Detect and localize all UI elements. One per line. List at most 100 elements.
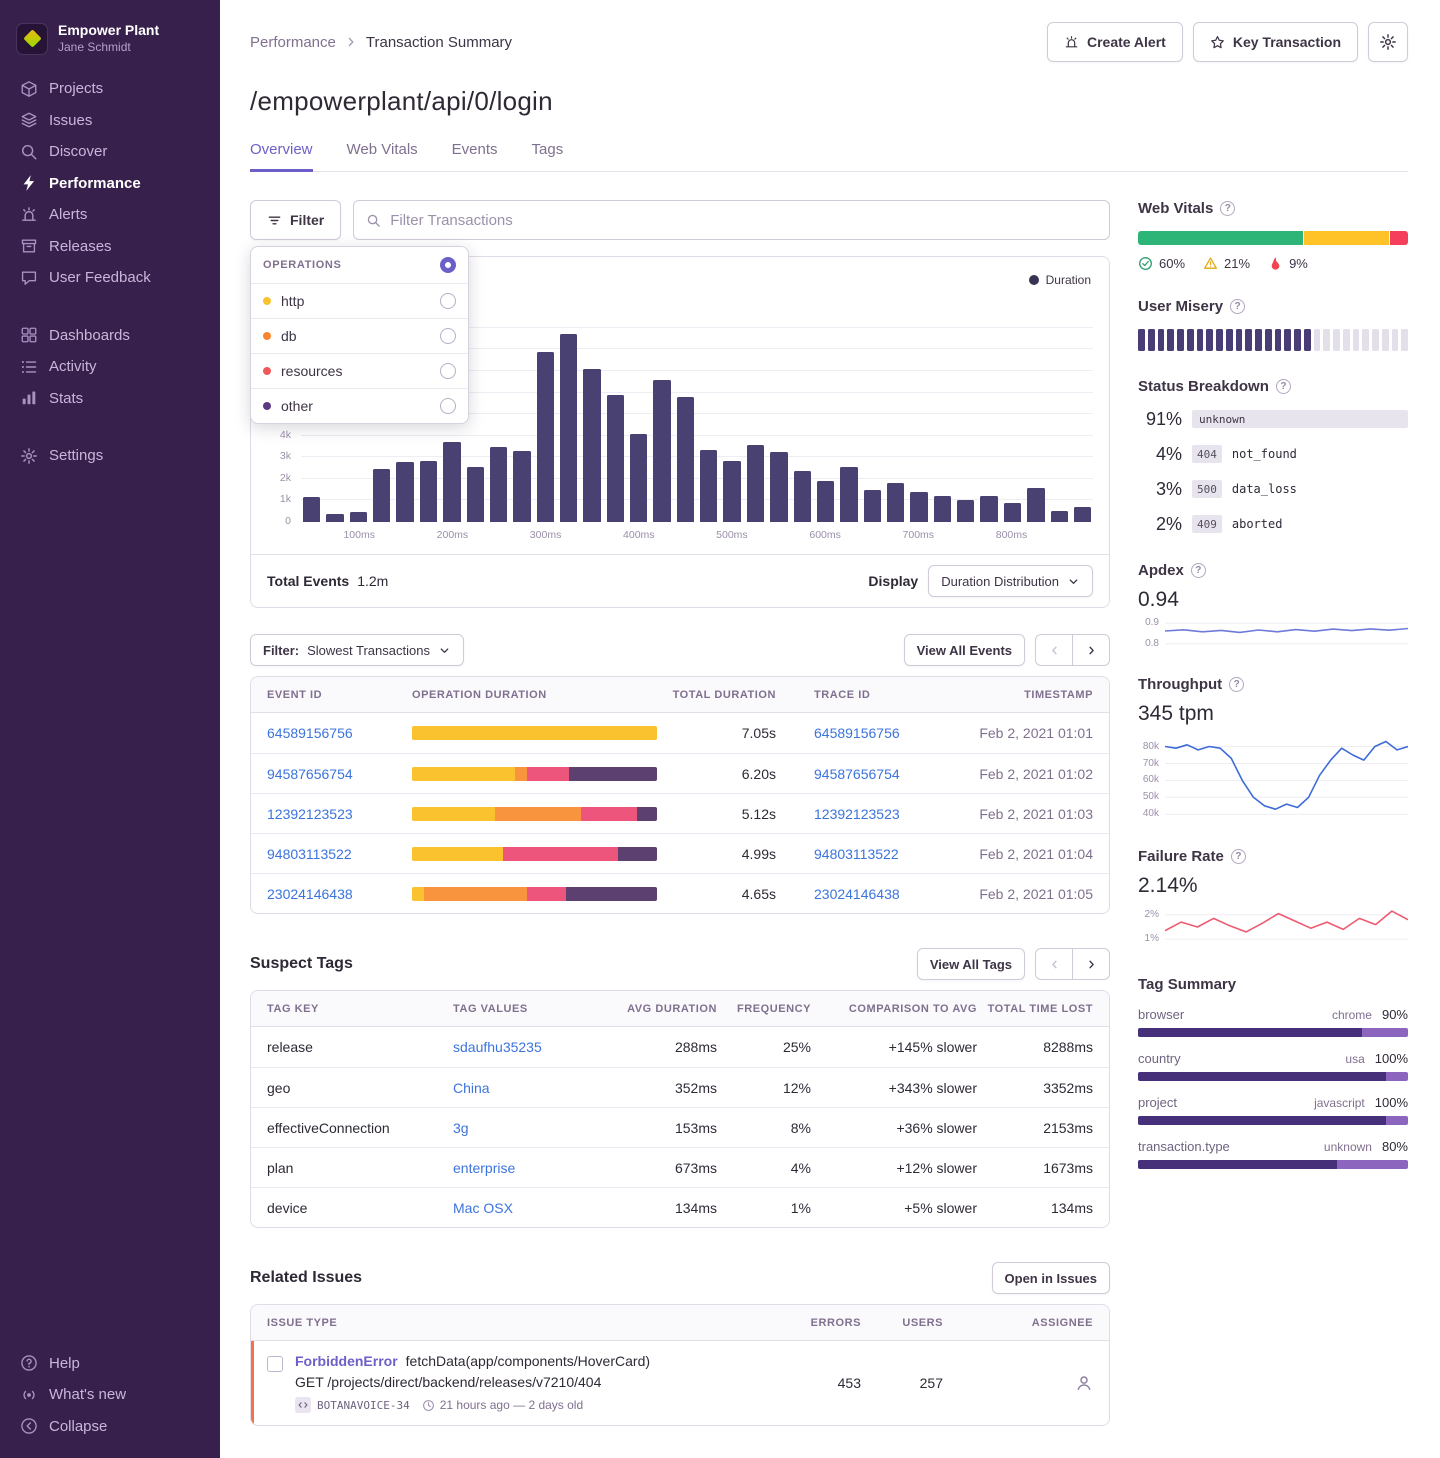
tag-value-link[interactable]: China — [453, 1080, 490, 1096]
trace-id-link[interactable]: 94587656754 — [814, 766, 900, 782]
sidebar-item-label: Stats — [49, 389, 83, 409]
histogram-bar — [677, 397, 694, 522]
sidebar-item-whatsnew[interactable]: What's new — [0, 1379, 220, 1411]
event-id-link[interactable]: 12392123523 — [267, 806, 412, 822]
issue-checkbox[interactable] — [267, 1356, 283, 1372]
question-info-icon[interactable] — [1276, 379, 1291, 394]
sidebar-item-collapse[interactable]: Collapse — [0, 1411, 220, 1443]
operations-dropdown-header[interactable]: OPERATIONS — [251, 247, 468, 283]
sidebar-item-projects[interactable]: Projects — [0, 73, 220, 105]
col-tag-values: TAG VALUES — [453, 1003, 621, 1015]
status-code: 500 — [1192, 480, 1222, 498]
status-percentage: 91% — [1138, 409, 1182, 430]
question-info-icon[interactable] — [1229, 677, 1244, 692]
question-info-icon[interactable] — [1220, 201, 1235, 216]
avg-duration: 288ms — [621, 1039, 717, 1055]
event-row: 23024146438 4.65s 23024146438 Feb 2, 202… — [251, 873, 1109, 913]
chevron-right-icon — [1085, 644, 1098, 657]
tag-value-link[interactable]: sdaufhu35235 — [453, 1039, 542, 1055]
dashboards-icon — [20, 326, 38, 344]
settings-gear-button[interactable] — [1368, 22, 1408, 62]
feedback-icon — [20, 269, 38, 287]
question-info-icon[interactable] — [1230, 299, 1245, 314]
trace-id-link[interactable]: 23024146438 — [814, 886, 900, 902]
question-info-icon[interactable] — [1191, 563, 1206, 578]
operation-option-resources[interactable]: resources — [251, 353, 468, 388]
events-table: EVENT ID OPERATION DURATION TOTAL DURATI… — [250, 676, 1110, 914]
sidebar-item-performance[interactable]: Performance — [0, 168, 220, 200]
tab-overview[interactable]: Overview — [250, 141, 313, 172]
sidebar-item-feedback[interactable]: User Feedback — [0, 262, 220, 294]
sidebar-item-settings[interactable]: Settings — [0, 440, 220, 472]
key-transaction-button[interactable]: Key Transaction — [1193, 22, 1358, 62]
tag-key: plan — [267, 1160, 453, 1176]
tag-summary-value: chrome — [1332, 1008, 1372, 1022]
next-page-button[interactable] — [1072, 948, 1110, 980]
tab-web-vitals[interactable]: Web Vitals — [347, 141, 418, 172]
org-switcher[interactable]: Empower Plant Jane Schmidt — [0, 14, 220, 69]
event-id-link[interactable]: 23024146438 — [267, 886, 412, 902]
issue-summary: fetchData(app/components/HoverCard) — [406, 1353, 650, 1369]
operation-duration-bar — [412, 726, 657, 740]
previous-page-button[interactable] — [1035, 948, 1073, 980]
operation-radio[interactable] — [440, 328, 456, 344]
tag-value-link[interactable]: 3g — [453, 1120, 469, 1136]
suspect-tags-title: Suspect Tags — [250, 955, 353, 973]
org-name: Empower Plant — [58, 22, 159, 40]
sidebar-item-releases[interactable]: Releases — [0, 231, 220, 263]
col-issue-type: ISSUE TYPE — [267, 1317, 781, 1329]
previous-page-button[interactable] — [1035, 634, 1073, 666]
tag-value-link[interactable]: Mac OSX — [453, 1200, 513, 1216]
filter-button[interactable]: Filter — [250, 200, 341, 240]
sidebar-item-issues[interactable]: Issues — [0, 105, 220, 137]
open-in-issues-button[interactable]: Open in Issues — [992, 1262, 1110, 1294]
view-all-events-button[interactable]: View All Events — [904, 634, 1025, 666]
sidebar-item-activity[interactable]: Activity — [0, 351, 220, 383]
tab-bar: Overview Web Vitals Events Tags — [250, 141, 1408, 172]
operation-option-http[interactable]: http — [251, 283, 468, 318]
breadcrumb-performance[interactable]: Performance — [250, 34, 336, 51]
search-input[interactable] — [390, 212, 1097, 229]
operation-radio[interactable] — [440, 293, 456, 309]
tab-events[interactable]: Events — [452, 141, 498, 172]
tab-tags[interactable]: Tags — [532, 141, 564, 172]
create-alert-button[interactable]: Create Alert — [1047, 22, 1183, 62]
trace-id-link[interactable]: 12392123523 — [814, 806, 900, 822]
events-filter-select[interactable]: Filter: Slowest Transactions — [250, 634, 464, 666]
operation-label: other — [281, 398, 430, 414]
issue-detail: GET /projects/direct/backend/releases/v7… — [295, 1374, 650, 1390]
issue-type-link[interactable]: ForbiddenError — [295, 1353, 398, 1369]
web-vitals-section: Web Vitals 60% 21% 9% — [1138, 200, 1408, 271]
frequency: 25% — [717, 1039, 811, 1055]
operation-option-db[interactable]: db — [251, 318, 468, 353]
sidebar-item-alerts[interactable]: Alerts — [0, 199, 220, 231]
operation-option-other[interactable]: other — [251, 388, 468, 423]
sidebar-item-discover[interactable]: Discover — [0, 136, 220, 168]
right-column: Web Vitals 60% 21% 9% User Misery — [1138, 200, 1408, 1196]
status-label: not_found — [1232, 447, 1297, 461]
col-total-duration: TOTAL DURATION — [664, 689, 776, 701]
tag-value-link[interactable]: enterprise — [453, 1160, 515, 1176]
assignee-button[interactable] — [943, 1374, 1093, 1392]
operation-radio[interactable] — [440, 398, 456, 414]
sidebar-item-help[interactable]: Help — [0, 1348, 220, 1380]
question-info-icon[interactable] — [1231, 849, 1246, 864]
event-id-link[interactable]: 64589156756 — [267, 725, 412, 741]
operation-color-dot — [263, 367, 271, 375]
view-all-tags-button[interactable]: View All Tags — [917, 948, 1025, 980]
suspect-tag-row: effectiveConnection 3g 153ms 8% +36% slo… — [251, 1107, 1109, 1147]
display-select[interactable]: Duration Distribution — [928, 565, 1093, 597]
sidebar-item-stats[interactable]: Stats — [0, 383, 220, 415]
operations-radio-selected[interactable] — [440, 257, 456, 273]
display-label: Display — [868, 573, 918, 589]
operation-radio[interactable] — [440, 363, 456, 379]
sidebar-item-dashboards[interactable]: Dashboards — [0, 320, 220, 352]
event-id-link[interactable]: 94587656754 — [267, 766, 412, 782]
trace-id-link[interactable]: 64589156756 — [814, 725, 900, 741]
stats-icon — [20, 389, 38, 407]
event-id-link[interactable]: 94803113522 — [267, 846, 412, 862]
next-page-button[interactable] — [1072, 634, 1110, 666]
legend-label: Duration — [1046, 273, 1091, 287]
issue-short-id[interactable]: BOTANAVOICE-34 — [295, 1397, 410, 1413]
trace-id-link[interactable]: 94803113522 — [814, 846, 899, 862]
